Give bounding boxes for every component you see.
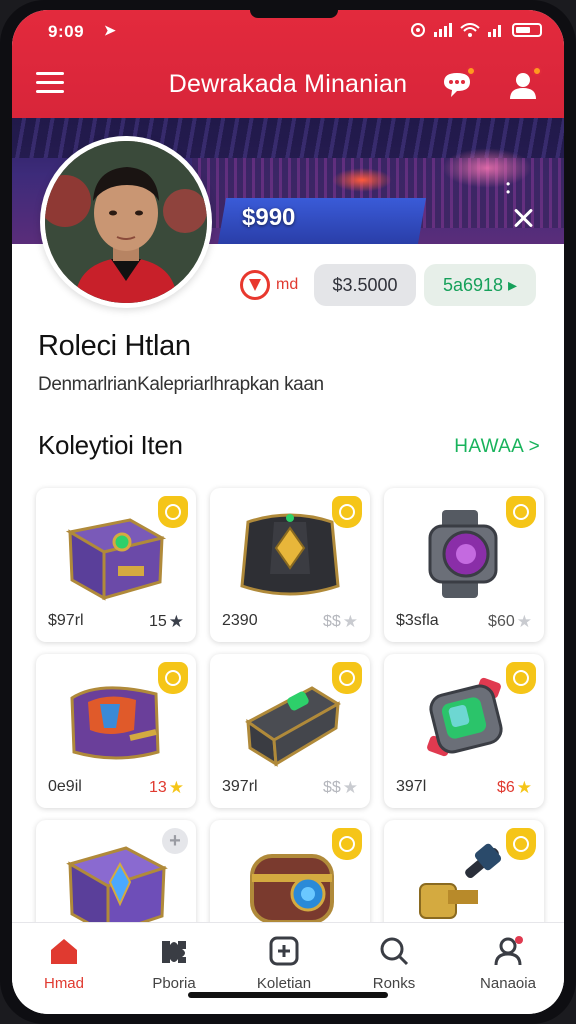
star-icon: ★ — [516, 612, 532, 631]
home-icon — [48, 935, 80, 967]
points-badge-label: md — [276, 276, 299, 293]
gauntlet-icon — [428, 510, 498, 598]
notification-dot — [532, 66, 542, 76]
home-indicator[interactable] — [188, 992, 388, 998]
balance-pill[interactable]: $3.5000 — [314, 264, 416, 306]
location-arrow-icon: ➤ — [104, 22, 116, 38]
profile-icon — [492, 935, 524, 967]
nav-home[interactable]: Hmad — [14, 935, 114, 1005]
star-icon: ★ — [342, 612, 358, 631]
status-time: 9:09 — [48, 22, 85, 41]
score-pill[interactable]: 5a6918 ▸ — [424, 264, 536, 306]
item-code: 397rl — [222, 778, 258, 795]
item-code: $3sfla — [396, 612, 439, 629]
item-card[interactable]: 2390 $$ ★ — [210, 488, 370, 642]
item-code: 397l — [396, 778, 427, 795]
screen: 9:09 ➤ Dewrakada Minanian • • $990 md $3… — [12, 10, 564, 1014]
wifi-icon — [460, 23, 480, 37]
banner-value: $990 — [242, 204, 296, 231]
signal-icon — [434, 23, 452, 37]
status-bar: 9:09 ➤ — [12, 16, 564, 46]
item-card[interactable]: 397rl $$ ★ — [210, 654, 370, 808]
card-chest-icon — [66, 846, 168, 934]
star-icon: ★ — [516, 778, 532, 797]
nav-profile[interactable]: Nanaoia — [458, 935, 558, 1005]
item-price: $$ — [322, 779, 341, 796]
item-card[interactable]: 397l $6 ★ — [384, 654, 544, 808]
phone-frame: 9:09 ➤ Dewrakada Minanian • • $990 md $3… — [0, 0, 576, 1024]
chat-icon[interactable] — [440, 66, 476, 102]
player-photo — [45, 141, 207, 303]
puzzle-icon — [158, 935, 190, 967]
account-icon[interactable] — [506, 66, 542, 102]
item-card[interactable]: 0e9il 13 ★ — [36, 654, 196, 808]
bottom-navigation: Hmad Pboria Koletian Ronks Nanaoia — [12, 922, 564, 1014]
wrist-device-icon — [427, 677, 503, 757]
points-badge[interactable]: md — [240, 268, 310, 302]
item-price: 13 — [148, 779, 167, 796]
app-header-bar: 9:09 ➤ Dewrakada Minanian — [12, 10, 564, 118]
header: Dewrakada Minanian — [12, 56, 564, 116]
profile-avatar[interactable] — [40, 136, 212, 308]
item-price: $6 — [496, 779, 515, 796]
app-title: Dewrakada Minanian — [168, 70, 408, 98]
item-code: 2390 — [222, 612, 258, 629]
item-price: $$ — [322, 613, 341, 630]
nav-puzzle-label: Pboria — [152, 975, 196, 992]
black-armor-icon — [240, 513, 340, 596]
profile-name: Roleci Htlan — [38, 330, 191, 362]
item-card[interactable]: $97rl 15 ★ — [36, 488, 196, 642]
profile-description: DenmarlrianKalepriarlhrapkan kaan — [38, 374, 324, 395]
battery-icon — [512, 23, 542, 37]
star-icon: ★ — [168, 612, 184, 631]
notification-dot — [466, 66, 476, 76]
nav-collection-label: Koletian — [256, 975, 312, 992]
signal-icon-2 — [488, 25, 501, 37]
nav-home-label: Hmad — [43, 975, 84, 992]
collection-icon — [268, 935, 300, 967]
barrel-icon — [250, 854, 334, 924]
item-price: $60 — [488, 613, 515, 630]
status-icons — [410, 22, 542, 38]
item-code: 0e9il — [48, 778, 82, 795]
star-icon: ★ — [168, 778, 184, 797]
dark-chest-icon — [245, 686, 341, 767]
alarm-icon — [411, 23, 425, 37]
wrapped-chest-icon — [70, 686, 160, 760]
coin-icon — [240, 270, 270, 300]
nav-profile-label: Nanaoia — [480, 975, 536, 992]
collection-title: Koleytioi Iten — [38, 430, 183, 460]
purple-chest-icon — [65, 518, 167, 601]
search-icon — [378, 935, 410, 967]
item-card[interactable]: $3sfla $60 ★ — [384, 488, 544, 642]
item-price: 15 — [148, 613, 167, 630]
close-icon[interactable] — [510, 204, 538, 232]
star-icon: ★ — [342, 778, 358, 797]
see-all-link[interactable]: HAWAA > — [454, 436, 540, 458]
hammer-icon — [419, 843, 502, 919]
item-code: $97rl — [48, 612, 84, 629]
nav-search-label: Ronks — [372, 975, 416, 992]
more-dots-icon[interactable]: • • — [506, 178, 510, 198]
